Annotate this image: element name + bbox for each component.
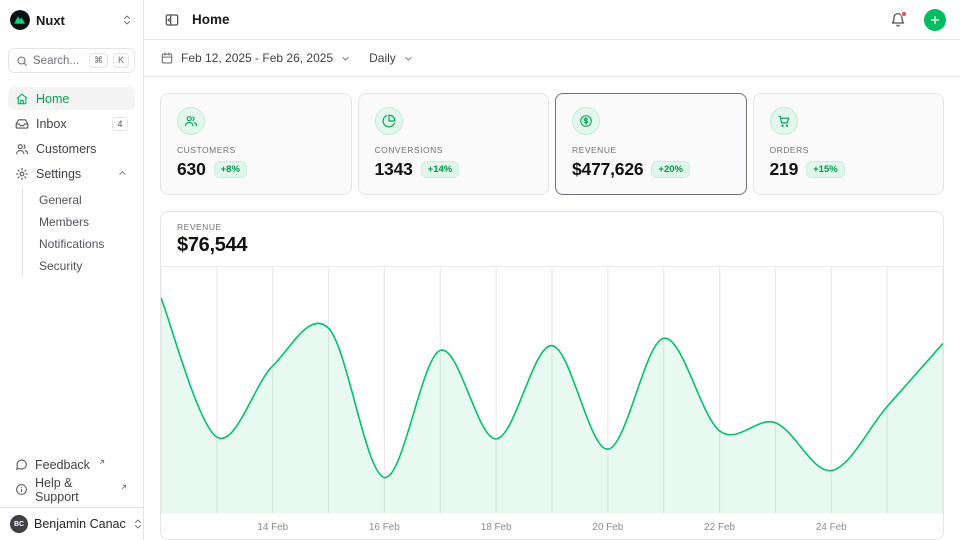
- sidebar-item-inbox[interactable]: Inbox 4: [8, 112, 135, 135]
- nuxt-logo-icon: [10, 10, 30, 30]
- main-area: Home Feb 12, 2025 - Feb 26, 2025 Daily: [144, 0, 960, 540]
- sidebar-item-general[interactable]: General: [35, 189, 135, 211]
- sidebar-item-members[interactable]: Members: [35, 211, 135, 233]
- help-support-link[interactable]: Help & Support: [8, 478, 135, 501]
- search-input[interactable]: Search... ⌘ K: [8, 48, 135, 73]
- revenue-area-chart[interactable]: 14 Feb 16 Feb 18 Feb 20 Feb 22 Feb 24 Feb: [161, 267, 943, 539]
- chevron-down-icon: [403, 53, 414, 64]
- sidebar-item-settings[interactable]: Settings: [8, 162, 135, 185]
- sidebar-item-label: Home: [36, 92, 128, 106]
- feedback-label: Feedback: [35, 458, 90, 472]
- users-icon: [177, 107, 205, 135]
- notifications-button[interactable]: [886, 8, 910, 32]
- stat-delta-badge: +14%: [421, 161, 460, 178]
- sidebar-footer: Feedback Help & Support: [0, 453, 143, 507]
- stat-label: CUSTOMERS: [177, 145, 335, 155]
- svg-text:22 Feb: 22 Feb: [704, 522, 735, 533]
- stat-value: 219: [770, 159, 799, 180]
- sidebar-spacer: [0, 277, 143, 453]
- stat-label: ORDERS: [770, 145, 928, 155]
- granularity-select[interactable]: Daily: [369, 51, 414, 65]
- stat-value: $477,626: [572, 159, 643, 180]
- team-name: Nuxt: [36, 13, 115, 28]
- sidebar-item-notifications[interactable]: Notifications: [35, 233, 135, 255]
- stat-label: REVENUE: [572, 145, 730, 155]
- stat-card-conversions[interactable]: CONVERSIONS 1343 +14%: [358, 93, 550, 195]
- top-header: Home: [144, 0, 960, 40]
- sidebar-item-label: Customers: [36, 142, 128, 156]
- date-range-value: Feb 12, 2025 - Feb 26, 2025: [181, 51, 333, 65]
- sidebar-collapse-button[interactable]: [160, 8, 184, 32]
- chevrons-up-down-icon: [121, 14, 133, 26]
- stat-card-orders[interactable]: ORDERS 219 +15%: [753, 93, 945, 195]
- stat-value: 630: [177, 159, 206, 180]
- svg-text:18 Feb: 18 Feb: [481, 522, 512, 533]
- svg-text:20 Feb: 20 Feb: [592, 522, 623, 533]
- user-menu[interactable]: BC Benjamin Canac: [0, 507, 143, 540]
- help-support-label: Help & Support: [35, 476, 112, 504]
- shopping-cart-icon: [770, 107, 798, 135]
- date-range-picker[interactable]: Feb 12, 2025 - Feb 26, 2025: [160, 51, 351, 65]
- kbd-k: K: [113, 53, 129, 68]
- sidebar-item-customers[interactable]: Customers: [8, 137, 135, 160]
- chevron-up-icon: [117, 168, 128, 179]
- filter-toolbar: Feb 12, 2025 - Feb 26, 2025 Daily: [144, 40, 960, 77]
- sidebar-item-label: Settings: [36, 167, 110, 181]
- message-bubble-icon: [15, 458, 28, 471]
- sidebar-item-home[interactable]: Home: [8, 87, 135, 110]
- sidebar-item-security[interactable]: Security: [35, 255, 135, 277]
- stat-delta-badge: +15%: [806, 161, 845, 178]
- sidebar-nav: Home Inbox 4 Customers Settings: [0, 79, 143, 277]
- svg-text:14 Feb: 14 Feb: [257, 522, 288, 533]
- page-title: Home: [192, 12, 878, 27]
- search-icon: [16, 55, 28, 67]
- search-placeholder: Search...: [33, 55, 84, 67]
- kbd-meta: ⌘: [89, 53, 108, 68]
- user-name: Benjamin Canac: [34, 517, 126, 531]
- users-icon: [15, 142, 29, 156]
- svg-text:16 Feb: 16 Feb: [369, 522, 400, 533]
- avatar: BC: [10, 515, 28, 533]
- app-window: Nuxt Search... ⌘ K Home: [0, 0, 960, 540]
- stat-label: CONVERSIONS: [375, 145, 533, 155]
- inbox-icon: [15, 117, 29, 131]
- chevron-down-icon: [340, 53, 351, 64]
- svg-text:24 Feb: 24 Feb: [816, 522, 847, 533]
- dashboard-content: CUSTOMERS 630 +8% CONVERSIONS 1343 +14%: [144, 77, 960, 540]
- gear-icon: [15, 167, 29, 181]
- panel-left-close-icon: [164, 12, 180, 28]
- sidebar: Nuxt Search... ⌘ K Home: [0, 0, 144, 540]
- plus-icon: [929, 14, 941, 26]
- stat-card-revenue[interactable]: REVENUE $477,626 +20%: [555, 93, 747, 195]
- stat-value: 1343: [375, 159, 413, 180]
- inbox-count-badge: 4: [112, 117, 128, 131]
- stats-grid: CUSTOMERS 630 +8% CONVERSIONS 1343 +14%: [160, 93, 944, 195]
- sidebar-item-label: Inbox: [36, 117, 105, 131]
- chart-header: REVENUE $76,544: [161, 212, 943, 267]
- feedback-link[interactable]: Feedback: [8, 453, 135, 476]
- circle-dollar-icon: [572, 107, 600, 135]
- chart-metric-label: REVENUE: [177, 222, 927, 232]
- stat-delta-badge: +8%: [214, 161, 247, 178]
- pie-chart-icon: [375, 107, 403, 135]
- chevrons-up-down-icon: [132, 518, 144, 530]
- stat-card-customers[interactable]: CUSTOMERS 630 +8%: [160, 93, 352, 195]
- external-link-icon: [98, 455, 106, 469]
- notification-dot: [901, 11, 907, 17]
- team-switcher[interactable]: Nuxt: [0, 0, 143, 38]
- add-button[interactable]: [924, 9, 946, 31]
- external-link-icon: [120, 480, 128, 494]
- chart-metric-value: $76,544: [177, 234, 927, 257]
- home-icon: [15, 92, 29, 106]
- stat-delta-badge: +20%: [651, 161, 690, 178]
- granularity-value: Daily: [369, 51, 396, 65]
- revenue-chart-card: REVENUE $76,544 14 Feb 16 Feb 18 Feb 20 Feb…: [160, 211, 944, 540]
- calendar-icon: [160, 51, 174, 65]
- settings-submenu: General Members Notifications Security: [22, 189, 135, 277]
- info-circle-icon: [15, 483, 28, 496]
